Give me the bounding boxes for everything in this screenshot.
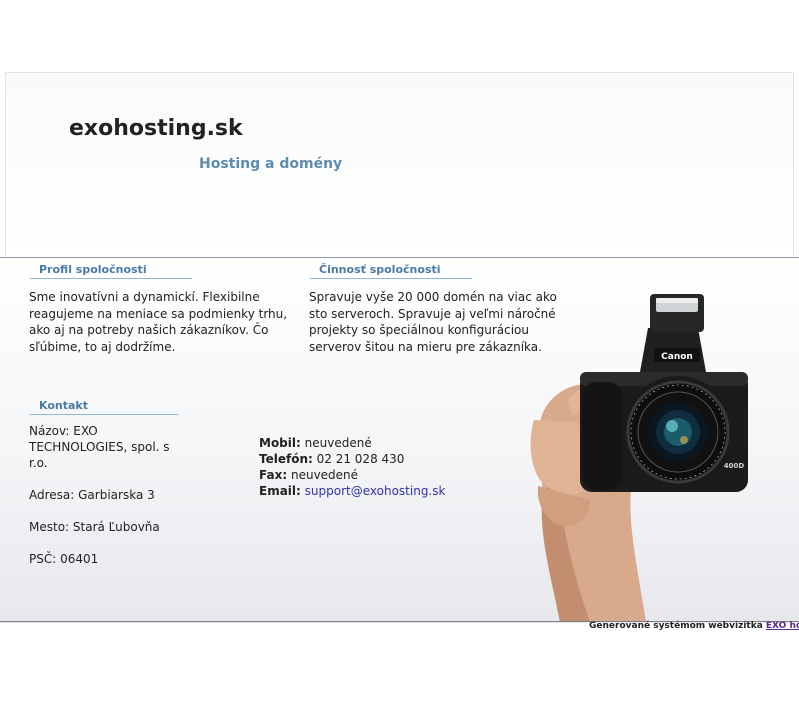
profile-line: reagujeme na meniace sa podmienky trhu, (29, 306, 288, 321)
email-link[interactable]: support@exohosting.sk (305, 484, 446, 498)
mobile-row: Mobil: neuvedené (259, 435, 445, 451)
fax-row: Fax: neuvedené (259, 467, 445, 483)
contact-city: Mesto: Stará Ľubovňa (29, 520, 160, 534)
contact-phones: Mobil: neuvedené Telefón: 02 21 028 430 … (259, 435, 445, 499)
site-subtitle: Hosting a domény (199, 156, 343, 172)
email-row: Email: support@exohosting.sk (259, 483, 445, 499)
contact-name-line: TECHNOLOGIES, spol. s (29, 440, 170, 454)
camera-model-label: 400D (724, 462, 745, 470)
camera-brand-label: Canon (661, 352, 693, 362)
phone-label: Telefón: (259, 452, 313, 466)
header-banner: exohosting.sk Hosting a domény (5, 72, 794, 258)
contact-details: Názov: EXO TECHNOLOGIES, spol. s r.o. Ad… (29, 423, 189, 567)
profile-line: sľúbime, to aj dodržíme. (29, 339, 176, 354)
profile-line: Sme inovatívni a dynamickí. Flexibilne (29, 290, 260, 304)
mobile-value: neuvedené (304, 436, 372, 450)
contact-zip: PSČ: 06401 (29, 552, 99, 566)
camera-in-hand-icon: Canon 400D (530, 294, 748, 622)
contact-address: Adresa: Garbiarska 3 (29, 488, 155, 502)
profile-line: ako aj na potreby našich zákazníkov. Čo (29, 323, 269, 337)
footer-link[interactable]: EXO hosting (766, 621, 799, 631)
profile-text: Sme inovatívni a dynamickí. Flexibilne r… (29, 289, 289, 355)
fax-label: Fax: (259, 468, 288, 482)
footer-text: Generované systémom webvizitka (589, 621, 763, 631)
contact-name-line: Názov: EXO (29, 424, 98, 438)
fax-value: neuvedené (290, 468, 359, 482)
activity-heading: Činnosť spoločnosti (310, 263, 472, 279)
site-title: exohosting.sk (69, 116, 243, 141)
phone-value: 02 21 028 430 (316, 452, 405, 466)
email-label: Email: (259, 484, 301, 498)
contact-name-line: r.o. (29, 456, 48, 470)
contact-heading: Kontakt (30, 399, 178, 415)
mobile-label: Mobil: (259, 436, 301, 450)
profile-heading: Profil spoločnosti (30, 263, 192, 279)
footer-credit: Generované systémom webvizitka EXO hosti… (589, 621, 799, 631)
phone-row: Telefón: 02 21 028 430 (259, 451, 445, 467)
